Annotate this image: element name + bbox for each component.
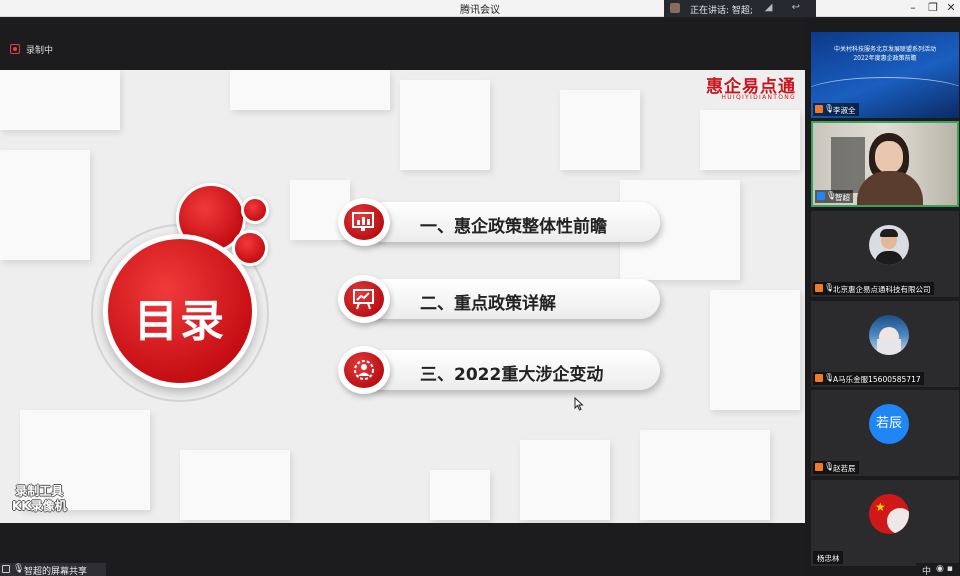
participant-nametag: 杨忠林 (813, 551, 843, 564)
presentation-board-icon (353, 289, 374, 310)
bg-tile (230, 70, 390, 110)
bg-tile (700, 110, 800, 170)
toc-item-label: 三、2022重大涉企变动 (420, 365, 604, 385)
person-gear-icon (354, 360, 374, 380)
participant-nametag: 🎙 智超 (815, 190, 853, 203)
bg-tile (430, 470, 490, 520)
screen-share-label: 智超的屏幕共享 (24, 567, 88, 576)
input-indicator[interactable]: 中 ◉ ▪ (916, 563, 960, 576)
toc-title: 目录 (134, 296, 226, 347)
toc-item-badge (338, 198, 390, 246)
speaker-avatar (670, 3, 680, 13)
participant-nametag: 🎙 北京惠企易点通科技有限公司 (813, 282, 934, 295)
watermark-line1: 录制工具 (15, 484, 64, 498)
participant-tile-5[interactable]: 若辰 🎙 赵若辰 (811, 390, 959, 476)
toc-item-pill: 三、2022重大涉企变动 (364, 350, 660, 390)
minimize-icon[interactable]: – (906, 1, 920, 14)
participant-tile-4[interactable]: 🎙 A马乐金服15600585717 (811, 301, 959, 387)
speaking-label: 正在讲话: 智超; (690, 6, 753, 16)
bg-tile (560, 90, 640, 170)
avatar (869, 225, 909, 265)
participant-name: 杨忠林 (817, 554, 840, 563)
recording-bar: 录制中 (0, 18, 805, 70)
participant-body (857, 171, 923, 205)
ime-icon: ◉ ▪ (936, 564, 953, 574)
toc-item-3: 三、2022重大涉企变动 (338, 346, 660, 394)
title-bar: 腾讯会议 正在讲话: 智超; ◢ ↩ – ❐ ✕ (0, 0, 960, 17)
avatar (869, 315, 909, 355)
participant-nametag: 🎙 A马乐金服15600585717 (813, 372, 924, 385)
toc-item-label: 一、惠企政策整体性前瞻 (420, 217, 607, 237)
recording-label: 录制中 (26, 46, 54, 56)
participant-face (875, 141, 903, 173)
participant-name: 李淑全 (833, 106, 856, 115)
participant-tile-3[interactable]: 🎙 北京惠企易点通科技有限公司 (811, 211, 959, 297)
recorder-watermark: 录制工具 KK录像机 (12, 484, 67, 514)
bg-tile (0, 150, 90, 260)
window-title: 腾讯会议 (460, 5, 500, 16)
toc-item-1: 一、惠企政策整体性前瞻 (338, 198, 660, 246)
participant-name: 智超 (835, 193, 850, 202)
toc-item-2: 二、重点政策详解 (338, 275, 660, 323)
avatar: 若辰 (869, 404, 909, 444)
bg-tile (520, 440, 610, 520)
participant-tile-1[interactable]: 中关村科技服务北京发展联盟系列活动 2022年度惠企政策前瞻 🎙 李淑全 (811, 32, 959, 118)
bg-tile (180, 450, 290, 520)
signal-icon: ◢ ↩ (764, 2, 808, 13)
toc-item-badge (338, 346, 390, 394)
screen-share-tag: 🎙 智超的屏幕共享 (0, 563, 106, 576)
speaking-indicator[interactable]: 正在讲话: 智超; ◢ ↩ (664, 0, 816, 17)
participant-name: A马乐金服15600585717 (833, 375, 921, 384)
bg-tile (400, 80, 490, 170)
input-indicator-label: 中 (922, 567, 932, 576)
participant-panel: 中关村科技服务北京发展联盟系列活动 2022年度惠企政策前瞻 🎙 李淑全 🎙 智… (805, 18, 960, 576)
banner-line-2: 2022年度惠企政策前瞻 (853, 55, 917, 62)
watermark-line2: KK录像机 (12, 499, 67, 513)
avatar: ★ (869, 494, 909, 534)
participant-nametag: 🎙 李淑全 (813, 103, 859, 116)
banner-line-1: 中关村科技服务北京发展联盟系列活动 (833, 46, 936, 53)
toc-circle: 目录 (103, 234, 257, 388)
banner-text: 中关村科技服务北京发展联盟系列活动 2022年度惠企政策前瞻 (811, 45, 959, 63)
bg-tile (640, 430, 770, 520)
participant-tile-2[interactable]: 🎙 智超 (811, 121, 959, 207)
background-object (831, 137, 865, 193)
record-icon[interactable] (10, 44, 20, 54)
toc-item-pill: 二、重点政策详解 (364, 279, 660, 319)
toc-item-badge (338, 275, 390, 323)
monitor-chart-icon (352, 212, 374, 231)
close-icon[interactable]: ✕ (944, 1, 958, 14)
toc-item-pill: 一、惠企政策整体性前瞻 (364, 202, 660, 242)
participant-name: 北京惠企易点通科技有限公司 (833, 285, 931, 294)
maximize-icon[interactable]: ❐ (926, 1, 940, 14)
bottom-bar (0, 523, 805, 576)
decor-bubble-small (241, 196, 269, 224)
mouse-cursor-icon (574, 397, 584, 411)
toc-item-label: 二、重点政策详解 (420, 294, 556, 314)
mic-icon: 🎙 (13, 564, 25, 574)
participant-tile-6[interactable]: ★ 杨忠林 (811, 480, 959, 566)
participant-name: 赵若辰 (833, 464, 856, 473)
brand-logo: 惠企易点通 HUIQIYIDIANTONG (706, 72, 796, 101)
bg-tile (0, 70, 120, 130)
screen-share-icon (2, 565, 10, 573)
meeting-window: 腾讯会议 正在讲话: 智超; ◢ ↩ – ❐ ✕ 录制中 惠企易点通 HUIQI… (0, 0, 960, 576)
bg-tile (710, 290, 800, 410)
participant-nametag: 🎙 赵若辰 (813, 461, 859, 474)
shared-screen-slide: 惠企易点通 HUIQIYIDIANTONG 目录 一、惠企政策整体性前瞻 二、重… (0, 70, 805, 523)
